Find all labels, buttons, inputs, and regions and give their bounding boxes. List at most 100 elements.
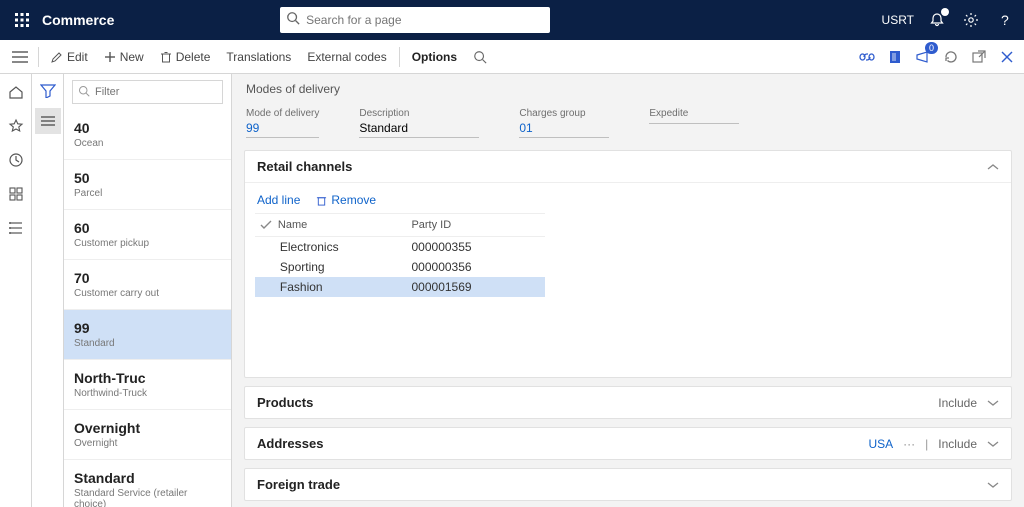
recent-icon[interactable] (6, 150, 26, 170)
main-content: Modes of delivery Mode of delivery 99 De… (232, 74, 1024, 507)
add-line-button[interactable]: Add line (257, 193, 300, 207)
list-rail (32, 74, 64, 507)
nav-hamburger-icon[interactable] (6, 43, 34, 71)
top-bar: Commerce USRT ? (0, 0, 1024, 40)
cell-party-id: 000000355 (412, 240, 546, 254)
chevron-down-icon (987, 440, 999, 448)
addresses-include: Include (938, 437, 977, 451)
search-icon (473, 50, 487, 64)
search-icon (286, 11, 300, 25)
label-desc: Description (359, 108, 479, 119)
cell-party-id: 000000356 (412, 260, 546, 274)
notification-dot (941, 8, 949, 16)
value-expedite[interactable] (649, 121, 739, 124)
bell-icon[interactable] (926, 9, 948, 31)
value-mode[interactable]: 99 (246, 121, 319, 138)
chevron-down-icon (987, 481, 999, 489)
cell-name: Electronics (278, 240, 412, 254)
list-item[interactable]: 60Customer pickup (64, 210, 231, 260)
divider (38, 47, 39, 67)
list-item[interactable]: Overnight Overnight (64, 410, 231, 460)
popout-icon[interactable] (968, 46, 990, 68)
foreign-trade-card: Foreign trade (244, 468, 1012, 501)
trash-icon (316, 195, 327, 206)
search-input[interactable] (280, 7, 550, 33)
cmd-search-button[interactable] (465, 43, 495, 71)
list-item[interactable]: StandardStandard Service (retailer choic… (64, 460, 231, 507)
home-icon[interactable] (6, 82, 26, 102)
products-header[interactable]: Products Include (245, 387, 1011, 418)
products-card: Products Include (244, 386, 1012, 419)
list-item[interactable]: 50 Parcel (64, 160, 231, 210)
list-icon (40, 115, 56, 127)
col-pid-header[interactable]: Party ID (411, 219, 545, 231)
nav-rail (0, 74, 32, 507)
link-icon[interactable] (856, 46, 878, 68)
trash-icon (160, 51, 172, 63)
table-row[interactable]: Sporting000000356 (255, 257, 545, 277)
body: 40Ocean 50 Parcel 60Customer pickup70Custom… (0, 74, 1024, 507)
addresses-card: Addresses USA ··· | Include (244, 427, 1012, 460)
cell-name: Sporting (278, 260, 412, 274)
external-codes-button[interactable]: External codes (299, 43, 394, 71)
detail-desc: Description Standard (359, 108, 479, 138)
foreign-trade-header[interactable]: Foreign trade (245, 469, 1011, 500)
remove-label: Remove (331, 193, 376, 207)
retail-channels-header[interactable]: Retail channels (245, 151, 1011, 183)
filter-toggle[interactable] (35, 78, 61, 104)
col-name-header[interactable]: Name (278, 219, 412, 231)
edit-button[interactable]: Edit (43, 43, 96, 71)
plus-icon (104, 51, 116, 63)
list-item-subtitle: Standard (74, 338, 221, 349)
pencil-icon (51, 51, 63, 63)
funnel-icon (40, 84, 56, 98)
table-row[interactable]: Electronics000000355 (255, 237, 545, 257)
announcement-badge: 0 (925, 42, 938, 54)
new-button[interactable]: New (96, 43, 152, 71)
list-toggle[interactable] (35, 108, 61, 134)
value-charges[interactable]: 01 (519, 121, 609, 138)
list-item-title: 99 (74, 320, 221, 336)
workspace-icon[interactable] (6, 184, 26, 204)
list-item-title: Overnight (74, 420, 221, 436)
remove-button[interactable]: Remove (316, 193, 376, 207)
value-desc[interactable]: Standard (359, 121, 479, 138)
top-right: USRT ? (882, 9, 1016, 31)
retail-channels-title: Retail channels (257, 159, 352, 174)
cell-name: Fashion (278, 280, 412, 294)
delete-button[interactable]: Delete (152, 43, 219, 71)
filter-input[interactable] (72, 80, 223, 104)
label-mode: Mode of delivery (246, 108, 319, 119)
addresses-country[interactable]: USA (868, 437, 893, 451)
list-item-subtitle: Overnight (74, 438, 221, 449)
foreign-trade-title: Foreign trade (257, 477, 340, 492)
select-all-check[interactable] (255, 220, 278, 230)
announcements-icon[interactable]: 0 (912, 46, 934, 68)
help-icon[interactable]: ? (994, 9, 1016, 31)
addresses-header[interactable]: Addresses USA ··· | Include (245, 428, 1011, 459)
user-code[interactable]: USRT (882, 13, 914, 27)
options-label: Options (412, 50, 457, 64)
ellipsis: ··· (903, 437, 915, 451)
external-codes-label: External codes (307, 50, 386, 64)
gear-icon[interactable] (960, 9, 982, 31)
table-row[interactable]: Fashion000001569 (255, 277, 545, 297)
close-icon[interactable] (996, 46, 1018, 68)
list-item[interactable]: North-TrucNorthwind-Truck (64, 360, 231, 410)
list-item[interactable]: 70Customer carry out (64, 260, 231, 310)
search-icon (78, 85, 90, 97)
list-item-title: 50 (74, 170, 221, 186)
translations-button[interactable]: Translations (218, 43, 299, 71)
waffle-icon[interactable] (8, 6, 36, 34)
refresh-icon[interactable] (940, 46, 962, 68)
modules-icon[interactable] (6, 218, 26, 238)
list-item-subtitle: Standard Service (retailer choice) (74, 488, 221, 507)
divider (399, 47, 400, 67)
list-item[interactable]: 99 Standard (64, 310, 231, 360)
options-button[interactable]: Options (404, 43, 465, 71)
detail-header: Mode of delivery 99 Description Standard… (244, 108, 1012, 142)
list-item-subtitle: Parcel (74, 188, 221, 199)
list-item[interactable]: 40Ocean (64, 110, 231, 160)
favorite-icon[interactable] (6, 116, 26, 136)
office-icon[interactable] (884, 46, 906, 68)
